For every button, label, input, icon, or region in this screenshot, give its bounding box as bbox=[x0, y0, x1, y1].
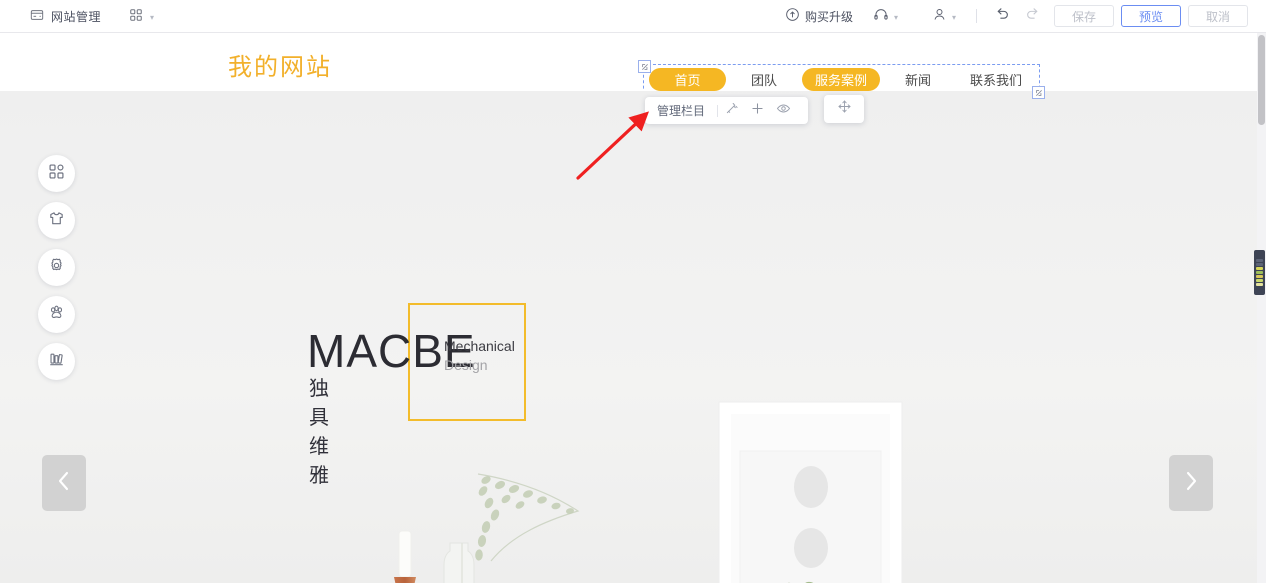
site-header: 我的网站 首页 团队 服务案例 新闻 联系我们 bbox=[0, 33, 1258, 99]
style-button[interactable] bbox=[718, 97, 744, 124]
carousel-next-button[interactable] bbox=[1169, 455, 1213, 511]
sidebar-item-settings[interactable] bbox=[38, 249, 75, 286]
save-label: 保存 bbox=[1071, 9, 1096, 24]
cloud-upload-icon bbox=[785, 7, 800, 25]
undo-button[interactable] bbox=[987, 0, 1017, 33]
hero-background-photo bbox=[0, 91, 1258, 583]
toolbar-divider bbox=[976, 9, 977, 23]
manage-columns-button[interactable]: 管理栏目 bbox=[657, 102, 717, 119]
upgrade-label: 购买升级 bbox=[804, 9, 853, 24]
carousel-prev-button[interactable] bbox=[42, 455, 86, 511]
preview-label: 预览 bbox=[1138, 9, 1163, 24]
undo-icon bbox=[994, 5, 1011, 27]
logo-chinese-text: 独具维雅 bbox=[309, 378, 334, 487]
nav-item-home[interactable]: 首页 bbox=[649, 67, 726, 91]
logo-subtitle-bottom: Design bbox=[444, 357, 488, 373]
visibility-button[interactable] bbox=[770, 97, 796, 124]
hero-section: MACBE 独具维雅 Mechanical Design bbox=[0, 91, 1258, 583]
site-nav: 首页 团队 服务案例 新闻 联系我们 bbox=[644, 65, 1039, 93]
palette-swatch bbox=[1256, 275, 1263, 278]
site-manage-label: 网站管理 bbox=[51, 9, 102, 24]
vertical-scrollbar-thumb[interactable] bbox=[1258, 35, 1265, 125]
nav-item-team[interactable]: 团队 bbox=[726, 68, 802, 91]
nav-item-label: 新闻 bbox=[904, 72, 931, 88]
chevron-left-icon bbox=[53, 468, 75, 499]
cancel-label: 取消 bbox=[1205, 9, 1230, 24]
save-button[interactable]: 保存 bbox=[1054, 5, 1114, 27]
site-manage-button[interactable]: 网站管理 bbox=[30, 8, 101, 25]
eye-icon bbox=[776, 101, 791, 121]
left-tool-rail bbox=[38, 155, 75, 380]
section-toolbar: 管理栏目 bbox=[645, 97, 809, 124]
account-button[interactable]: ▾ bbox=[922, 0, 966, 33]
chevron-right-icon bbox=[1180, 468, 1202, 499]
resize-handle-top-left[interactable] bbox=[638, 60, 651, 73]
tshirt-icon bbox=[48, 210, 65, 232]
redo-icon bbox=[1024, 5, 1041, 27]
top-toolbar: 网站管理 ▾ 购买升级 ▾ ▾ 保存 预览 取消 bbox=[0, 0, 1266, 33]
top-toolbar-right: 购买升级 ▾ ▾ 保存 预览 取消 bbox=[775, 0, 1266, 33]
preview-button[interactable]: 预览 bbox=[1121, 5, 1181, 27]
move-arrows-icon bbox=[837, 99, 852, 119]
logo-main-text: MACBE bbox=[307, 325, 476, 377]
apps-menu-button[interactable]: ▾ bbox=[129, 8, 154, 25]
resize-handle-bottom-right[interactable] bbox=[1032, 86, 1045, 99]
palette-swatch bbox=[1256, 259, 1263, 262]
add-column-button[interactable] bbox=[744, 97, 770, 124]
nav-item-news[interactable]: 新闻 bbox=[880, 68, 956, 91]
palette-swatch bbox=[1256, 283, 1263, 286]
redo-button[interactable] bbox=[1017, 0, 1047, 33]
nav-item-contact[interactable]: 联系我们 bbox=[956, 68, 1036, 91]
grid-apps-icon bbox=[129, 8, 143, 25]
website-builder-screen: 网站管理 ▾ 购买升级 ▾ ▾ 保存 预览 取消 我的网站 首页 团队 服务案例… bbox=[0, 0, 1266, 583]
site-title[interactable]: 我的网站 bbox=[228, 47, 332, 82]
support-button[interactable]: ▾ bbox=[863, 0, 908, 33]
books-icon bbox=[48, 351, 65, 373]
sidebar-item-components[interactable] bbox=[38, 155, 75, 192]
palette-swatch bbox=[1256, 263, 1263, 266]
nav-item-label: 服务案例 bbox=[814, 72, 867, 88]
magic-wand-icon bbox=[724, 101, 739, 121]
plus-icon bbox=[750, 101, 765, 121]
window-panel-icon bbox=[30, 8, 44, 25]
chevron-down-icon: ▾ bbox=[150, 12, 155, 22]
upgrade-button[interactable]: 购买升级 bbox=[775, 0, 863, 33]
drag-move-button[interactable] bbox=[824, 95, 864, 123]
nav-item-label: 首页 bbox=[674, 72, 701, 88]
nav-selection-box[interactable]: 首页 团队 服务案例 新闻 联系我们 bbox=[638, 60, 1045, 99]
nav-item-cases[interactable]: 服务案例 bbox=[802, 67, 880, 91]
color-palette-tab-icon[interactable] bbox=[1254, 250, 1265, 295]
logo-subtitle-top: Mechanical bbox=[444, 338, 515, 354]
chevron-down-icon: ▾ bbox=[893, 12, 898, 22]
nav-item-label: 联系我们 bbox=[969, 72, 1022, 88]
user-icon bbox=[932, 7, 947, 25]
nav-item-label: 团队 bbox=[750, 72, 777, 88]
gear-icon bbox=[48, 257, 65, 279]
sidebar-item-theme[interactable] bbox=[38, 202, 75, 239]
chevron-down-icon: ▾ bbox=[951, 12, 956, 22]
grid-apps-icon bbox=[48, 163, 65, 185]
paw-icon bbox=[48, 304, 65, 326]
headset-icon bbox=[873, 7, 889, 26]
cancel-button[interactable]: 取消 bbox=[1188, 5, 1248, 27]
sidebar-item-library[interactable] bbox=[38, 343, 75, 380]
palette-swatch bbox=[1256, 267, 1263, 270]
sidebar-item-pets[interactable] bbox=[38, 296, 75, 333]
palette-swatch bbox=[1256, 271, 1263, 274]
site-canvas: 我的网站 首页 团队 服务案例 新闻 联系我们 MACBE 独具维雅 Mecha… bbox=[0, 33, 1258, 583]
palette-swatch bbox=[1256, 279, 1263, 282]
top-toolbar-left: 网站管理 ▾ bbox=[0, 8, 154, 25]
